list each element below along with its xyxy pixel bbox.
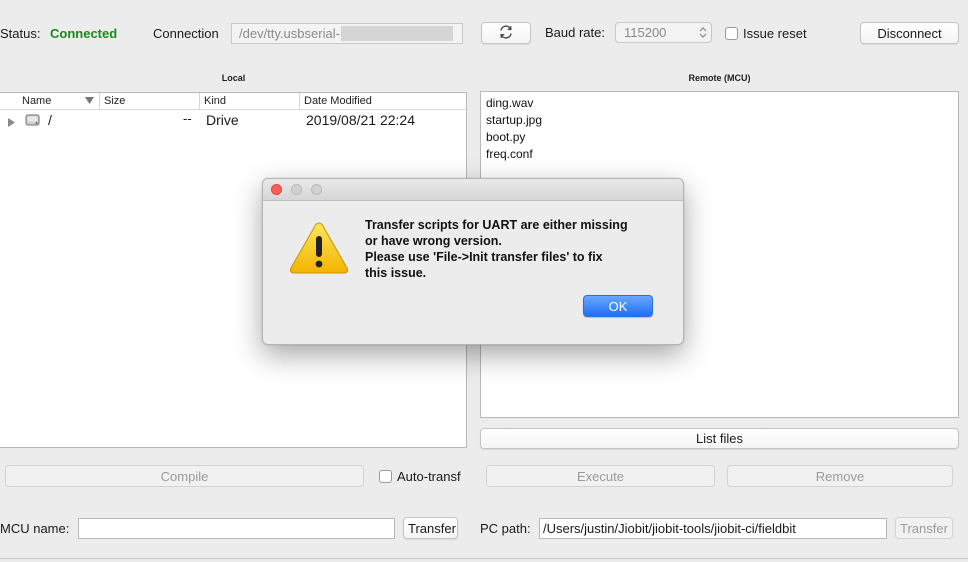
- pc-path-label: PC path:: [480, 521, 531, 536]
- issue-reset-checkbox[interactable]: [725, 27, 738, 40]
- dialog-message-line: Please use 'File->Init transfer files' t…: [365, 250, 603, 264]
- row-kind: Drive: [206, 112, 239, 128]
- refresh-icon: [498, 24, 514, 43]
- mcu-name-input[interactable]: [78, 518, 395, 539]
- table-row[interactable]: / -- Drive 2019/08/21 22:24: [0, 110, 466, 130]
- dialog-message-line: Transfer scripts for UART are either mis…: [365, 218, 628, 232]
- column-header-size[interactable]: Size: [100, 93, 200, 109]
- column-header-name[interactable]: Name: [0, 93, 100, 109]
- refresh-button[interactable]: [481, 22, 531, 44]
- minimize-window-button[interactable]: [291, 184, 302, 195]
- dialog-message-line: or have wrong version.: [365, 234, 502, 248]
- list-item[interactable]: ding.wav: [481, 95, 958, 112]
- execute-button[interactable]: Execute: [486, 465, 715, 487]
- baud-rate-select[interactable]: 115200: [615, 22, 712, 43]
- column-header-date[interactable]: Date Modified: [300, 93, 467, 109]
- zoom-window-button[interactable]: [311, 184, 322, 195]
- row-size: --: [183, 111, 192, 126]
- close-window-button[interactable]: [271, 184, 282, 195]
- baud-rate-label: Baud rate:: [545, 25, 605, 40]
- compile-button[interactable]: Compile: [5, 465, 364, 487]
- bottom-divider: [0, 558, 968, 559]
- status-value: Connected: [50, 26, 118, 41]
- pc-path-input[interactable]: /Users/justin/Jiobit/jiobit-tools/jiobit…: [539, 518, 887, 539]
- row-date: 2019/08/21 22:24: [306, 112, 415, 128]
- local-panel-title: Local: [221, 73, 246, 83]
- transfer-to-pc-button[interactable]: Transfer: [895, 517, 953, 539]
- connection-label: Connection: [153, 26, 219, 41]
- column-header-kind[interactable]: Kind: [200, 93, 300, 109]
- column-header-name-label: Name: [22, 95, 52, 107]
- warning-dialog: Transfer scripts for UART are either mis…: [262, 178, 684, 345]
- drive-icon: [25, 112, 40, 130]
- warning-icon: [289, 221, 349, 278]
- list-files-button[interactable]: List files: [480, 428, 959, 449]
- list-item[interactable]: boot.py: [481, 129, 958, 146]
- connection-field[interactable]: /dev/tty.usbserial-: [231, 23, 463, 44]
- disclosure-triangle-icon: [8, 115, 15, 130]
- issue-reset-label: Issue reset: [743, 26, 807, 41]
- redacted-block: [340, 26, 453, 41]
- row-name: /: [48, 112, 52, 128]
- select-arrows-icon: [699, 26, 707, 42]
- disconnect-button[interactable]: Disconnect: [860, 22, 959, 44]
- connection-value: /dev/tty.usbserial-: [239, 26, 340, 41]
- ok-button[interactable]: OK: [583, 295, 653, 317]
- transfer-to-mcu-button[interactable]: Transfer: [403, 517, 458, 539]
- remove-button[interactable]: Remove: [727, 465, 953, 487]
- dialog-message: Transfer scripts for UART are either mis…: [365, 217, 665, 281]
- dialog-message-line: this issue.: [365, 266, 427, 280]
- dialog-titlebar: [263, 179, 683, 201]
- list-item[interactable]: startup.jpg: [481, 112, 958, 129]
- mcu-name-label: MCU name:: [0, 521, 70, 536]
- baud-rate-value: 115200: [624, 25, 667, 40]
- sort-descending-icon: [85, 96, 94, 108]
- auto-transfer-checkbox[interactable]: [379, 470, 392, 483]
- status-label: Status:: [0, 26, 41, 41]
- auto-transfer-label: Auto-transf: [397, 469, 461, 484]
- list-item[interactable]: freq.conf: [481, 146, 958, 163]
- remote-panel-title: Remote (MCU): [688, 73, 751, 83]
- local-table-header: Name Size Kind Date Modified: [0, 93, 466, 110]
